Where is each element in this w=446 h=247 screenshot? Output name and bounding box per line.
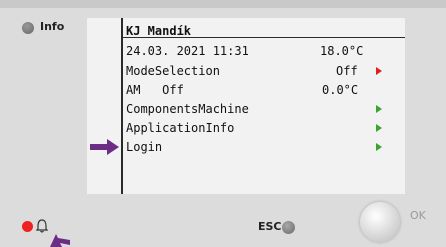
- menu-item-mode-selection[interactable]: ModeSelection: [126, 64, 220, 78]
- purple-arrow-icon: [50, 234, 70, 247]
- mode-selection-value: Off: [336, 64, 358, 78]
- info-button[interactable]: [22, 22, 34, 34]
- bell-icon[interactable]: [36, 219, 48, 233]
- menu-item-components-machine[interactable]: ComponentsMachine: [126, 102, 249, 116]
- display-datetime: 24.03. 2021 11:31: [126, 44, 249, 58]
- menu-item-login[interactable]: Login: [126, 140, 162, 154]
- display-title: KJ Mandík: [126, 24, 192, 38]
- menu-item-application-info[interactable]: ApplicationInfo: [126, 121, 234, 135]
- lcd-divider-vertical: [121, 18, 123, 194]
- ok-label: OK: [410, 209, 426, 222]
- display-temperature: 18.0°C: [320, 44, 364, 58]
- arrow-right-icon: [376, 143, 382, 151]
- alarm-led: [22, 221, 33, 232]
- esc-label: ESC: [258, 220, 282, 233]
- arrow-right-icon: [376, 67, 382, 75]
- menu-item-am[interactable]: AM Off: [126, 83, 184, 97]
- info-label: Info: [40, 20, 65, 33]
- am-value: 0.0°C: [322, 83, 359, 97]
- purple-arrow-icon: [90, 139, 119, 155]
- bezel-top: [0, 0, 446, 8]
- arrow-right-icon: [376, 105, 382, 113]
- ok-knob[interactable]: [360, 202, 400, 242]
- arrow-right-icon: [376, 124, 382, 132]
- esc-button[interactable]: [282, 221, 295, 234]
